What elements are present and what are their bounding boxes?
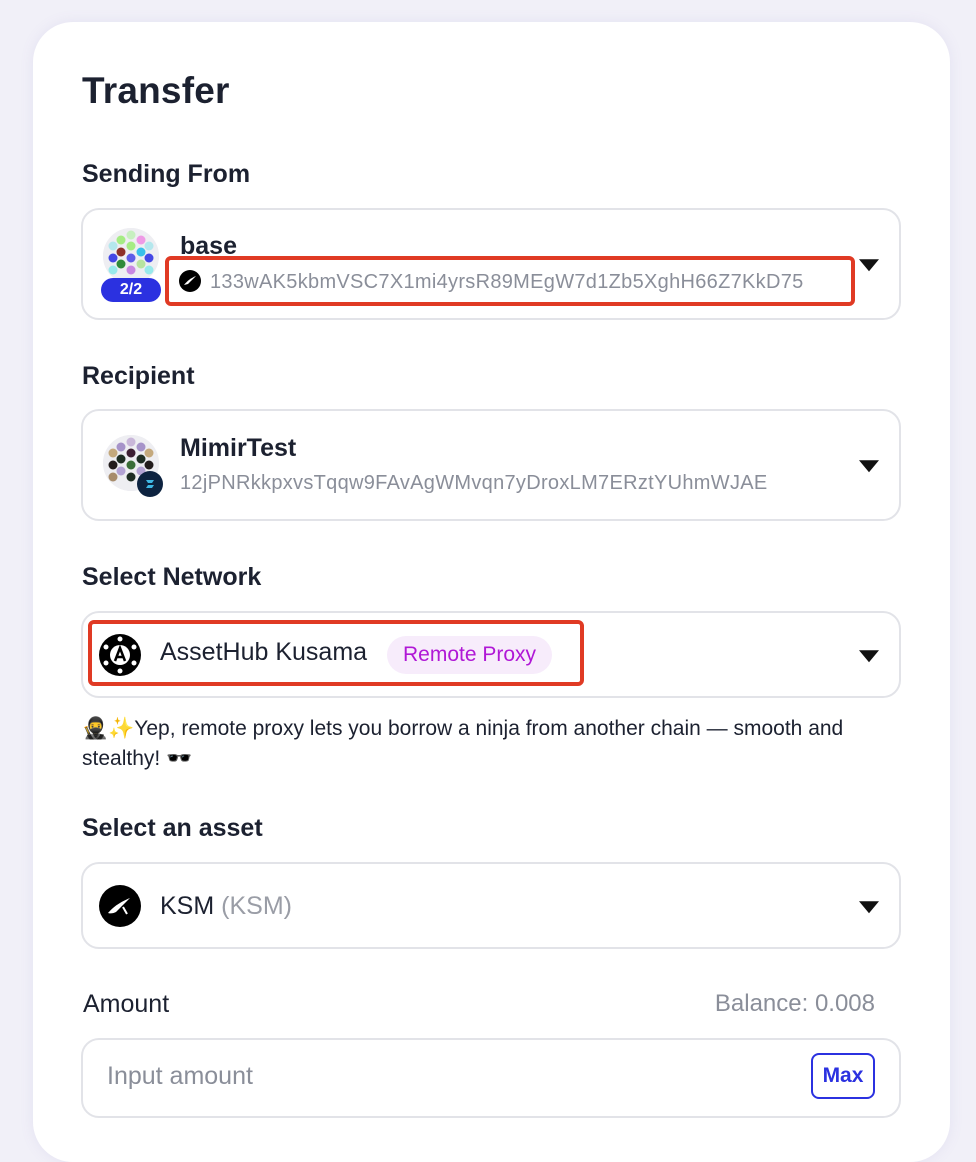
select-asset-label: Select an asset [82, 814, 263, 842]
amount-label: Amount [83, 990, 170, 1018]
chevron-down-icon [859, 460, 879, 473]
threshold-badge: 2/2 [101, 278, 161, 302]
balance-text: Balance: 0.008 [714, 990, 875, 1017]
identicon-avatar [103, 228, 159, 284]
select-network-label: Select Network [82, 563, 262, 591]
asset-select[interactable]: KSM (KSM) [81, 862, 901, 949]
polkadot-chain-icon [137, 471, 163, 497]
page-title: Transfer [82, 70, 230, 111]
network-highlight-box [88, 620, 584, 686]
chevron-down-icon [859, 259, 879, 272]
recipient-select[interactable]: MimirTest 12jPNRkkpxvsTqqw9FAvAgWMvqn7yD… [81, 409, 901, 521]
chevron-down-icon [859, 900, 879, 913]
recipient-address: 12jPNRkkpxvsTqqw9FAvAgWMvqn7yDroxLM7ERzt… [180, 472, 768, 494]
amount-field[interactable]: Max [81, 1038, 901, 1118]
sending-from-label: Sending From [82, 160, 251, 188]
recipient-account-name: MimirTest [180, 434, 297, 462]
asset-name: KSM (KSM) [160, 892, 292, 921]
identicon-avatar [103, 435, 163, 497]
asset-name-text: KSM [160, 892, 215, 920]
chevron-down-icon [859, 649, 879, 662]
remote-proxy-note: 🥷✨Yep, remote proxy lets you borrow a ni… [82, 717, 844, 770]
kusama-icon [99, 885, 141, 927]
identicon-icon [103, 228, 159, 284]
address-highlight-box [165, 256, 855, 306]
asset-symbol: (KSM) [221, 892, 292, 920]
amount-input[interactable] [107, 1062, 787, 1091]
max-button[interactable]: Max [811, 1053, 875, 1099]
recipient-label: Recipient [82, 362, 195, 390]
